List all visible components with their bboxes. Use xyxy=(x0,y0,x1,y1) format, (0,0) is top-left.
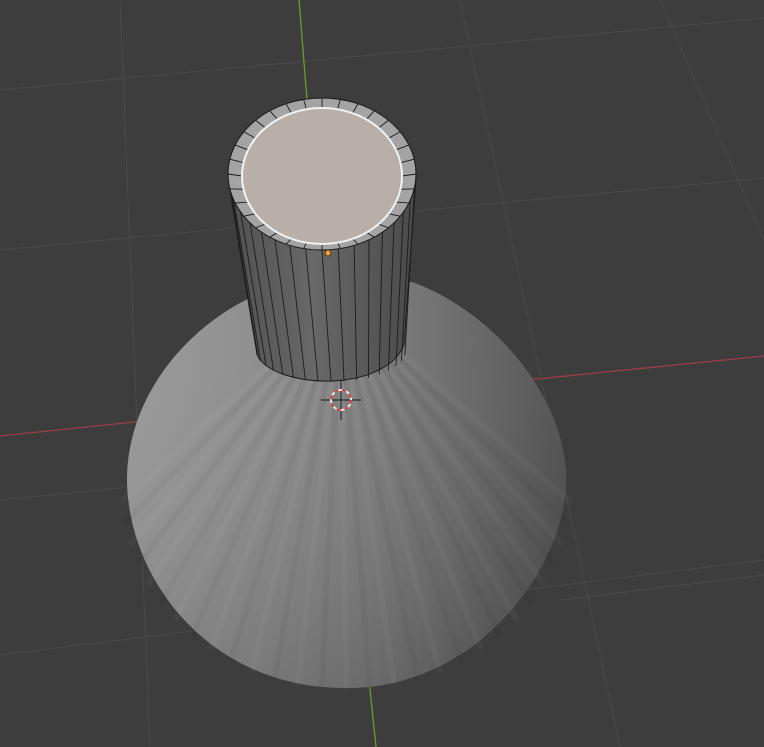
selected-top-face[interactable] xyxy=(241,107,403,245)
grid-line xyxy=(0,485,141,501)
cylinder-object[interactable] xyxy=(227,97,417,383)
grid-line xyxy=(559,574,764,601)
y-axis-line xyxy=(298,0,308,101)
cylinder-edge xyxy=(368,239,370,378)
3d-viewport[interactable] xyxy=(0,0,764,747)
grid-line xyxy=(119,0,151,747)
grid-line xyxy=(0,17,764,91)
grid-line xyxy=(659,0,764,241)
viewport-canvas[interactable] xyxy=(0,0,764,747)
object-origin-point[interactable] xyxy=(324,249,332,257)
